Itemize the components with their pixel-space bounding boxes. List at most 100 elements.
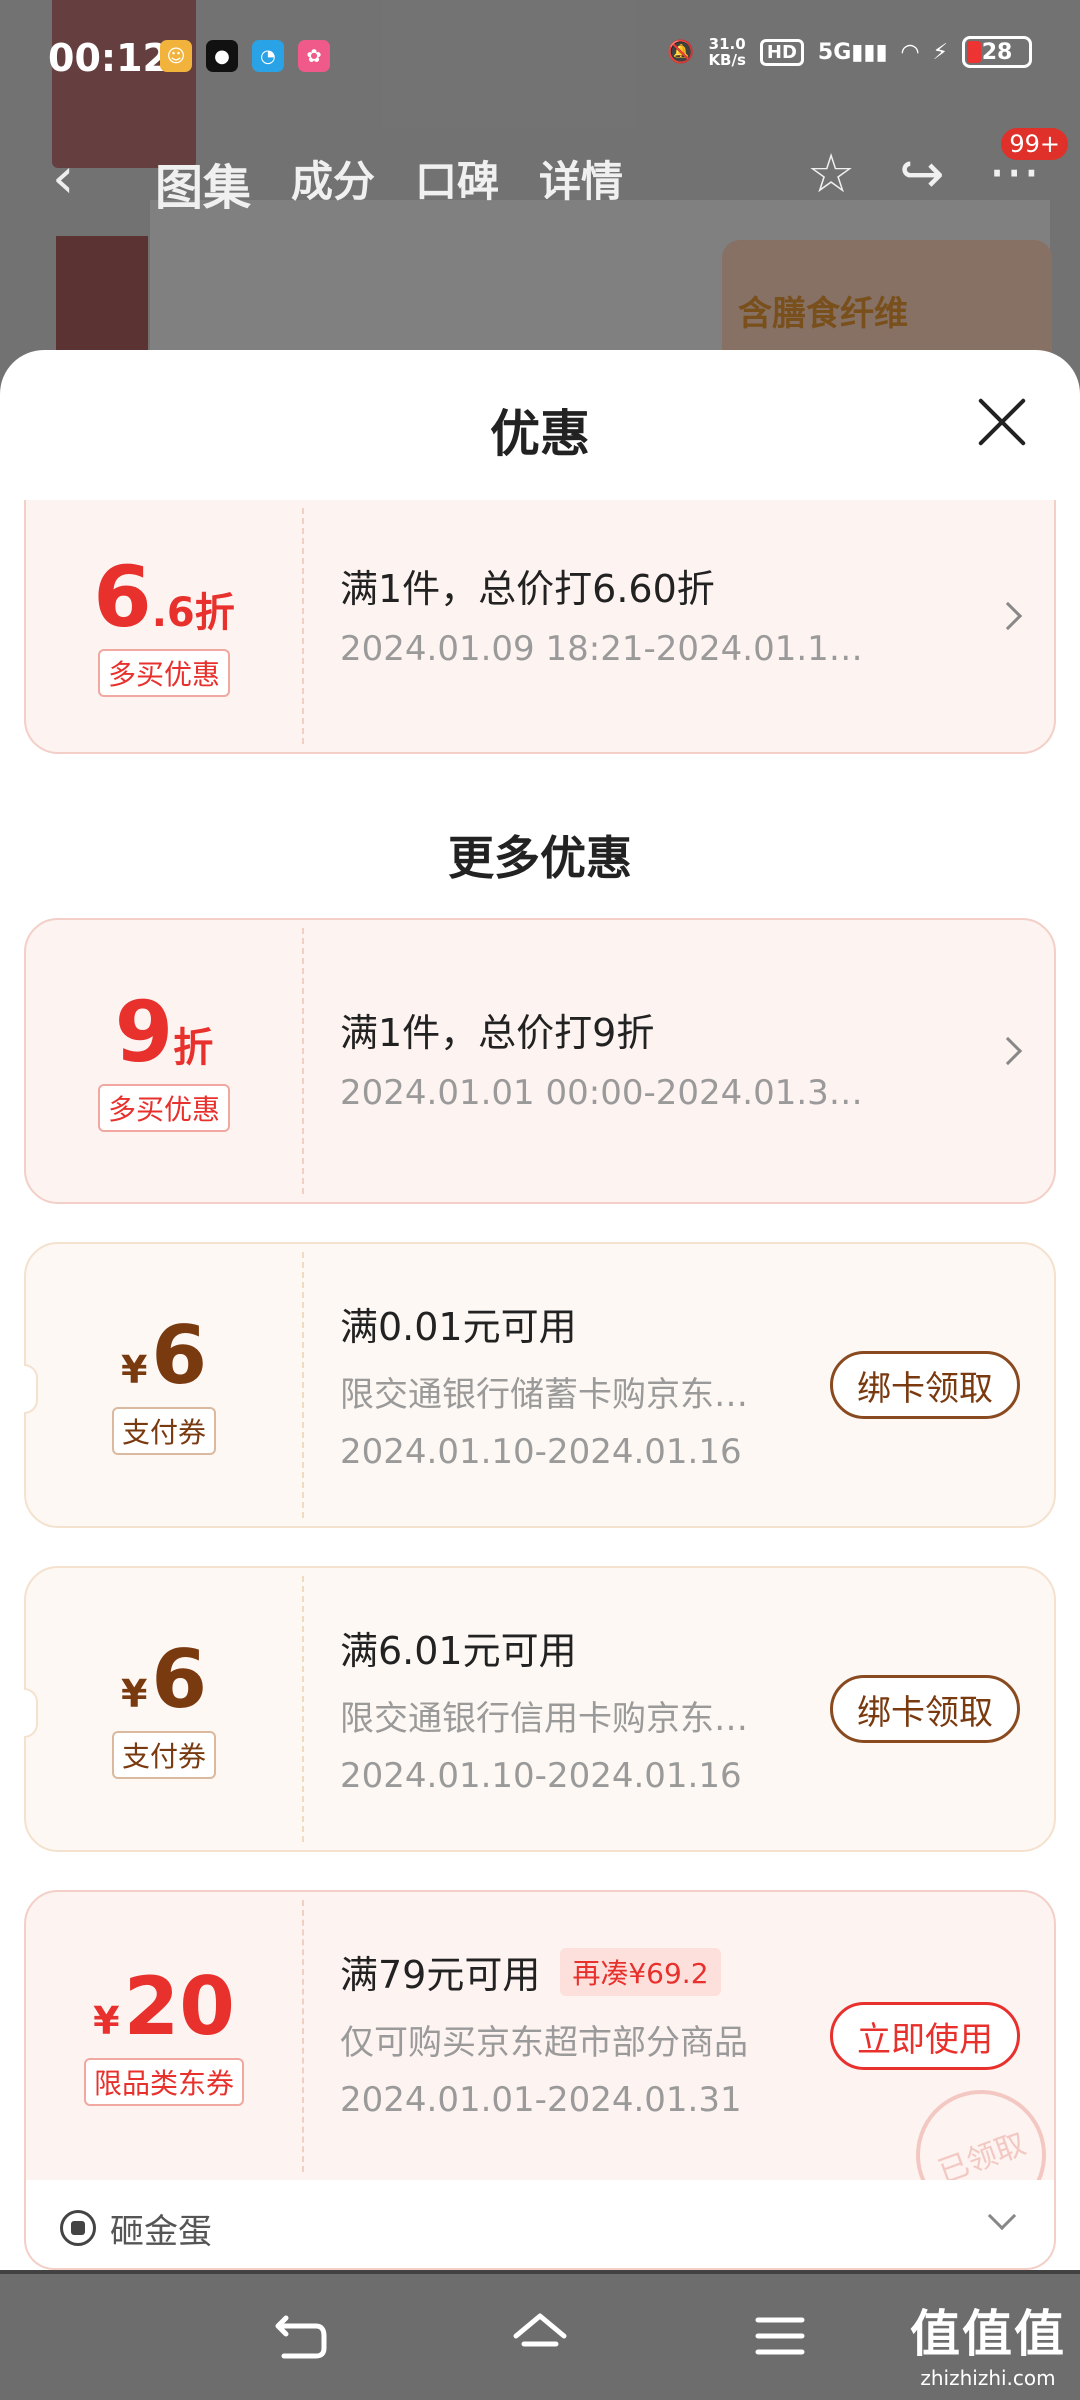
card-divider [302, 1576, 304, 1842]
egg-row[interactable]: 砸金蛋 [24, 2180, 1056, 2270]
bind-card-button[interactable]: 绑卡领取 [830, 1675, 1020, 1743]
chevron-down-icon[interactable] [987, 2201, 1017, 2231]
coupon-amount: ¥ 6 [121, 1639, 207, 1721]
mute-icon: 🔕 [667, 39, 695, 65]
discount-unit: 折 [173, 1025, 214, 1071]
coupon-period: 2024.01.01-2024.01.31 [340, 2080, 742, 2120]
coupon-value-box: ¥ 6 支付券 [26, 1244, 302, 1526]
network-speed-unit: KB/s [708, 51, 746, 69]
coupon-card[interactable]: ¥ 6 支付券 满0.01元可用 限交通银行储蓄卡购京东… 2024.01.10… [24, 1242, 1056, 1528]
egg-label: 砸金蛋 [110, 2212, 212, 2252]
discount-int: 6 [93, 548, 152, 646]
tab-reviews[interactable]: 口碑 [415, 148, 499, 218]
status-right: 🔕 31.0 KB/s HD 5G▮▮▮ ◠ ⚡ 28 [667, 36, 1032, 68]
coupon-amount: ¥ 20 [93, 1966, 235, 2048]
coupon-desc: 限交通银行储蓄卡购京东… [340, 1375, 748, 1415]
tab-ingredients[interactable]: 成分 [291, 148, 375, 218]
back-arrow-icon[interactable]: ‹ [52, 146, 74, 211]
amount-value: 6 [151, 1633, 208, 1726]
currency-symbol: ¥ [93, 1999, 120, 2043]
offer-value-box: 6 .6 折 多买优惠 [26, 500, 302, 752]
coupon-period: 2024.01.10-2024.01.16 [340, 1756, 742, 1796]
coupon-amount: ¥ 6 [121, 1315, 207, 1397]
network-speed-value: 31.0 [708, 35, 746, 53]
coupon-value-box: ¥ 6 支付券 [26, 1568, 302, 1850]
coupon-title: 满79元可用 [340, 1953, 541, 1997]
offer-tag: 多买优惠 [97, 1084, 230, 1132]
offer-period: 2024.01.01 00:00-2024.01.3… [340, 1073, 863, 1113]
coupon-tag: 支付券 [111, 1407, 216, 1455]
status-time: 00:12 [48, 36, 169, 80]
coupon-info: 满79元可用 再凑¥69.2 仅可购买京东超市部分商品 2024.01.01-2… [340, 1944, 748, 2120]
egg-icon [60, 2210, 96, 2246]
currency-symbol: ¥ [120, 1672, 148, 1716]
discount-value: 6 .6 折 [93, 555, 234, 639]
status-bar: 00:12 ☺ ● ◔ ✿ 🔕 31.0 KB/s HD 5G▮▮▮ ◠ ⚡ 2… [0, 0, 1080, 118]
offers-sheet: 优惠 6 .6 折 多买优惠 满1件，总价打6.60折 2024.01.09 1… [0, 350, 1080, 2270]
tab-details[interactable]: 详情 [539, 148, 623, 218]
chevron-right-icon[interactable] [993, 601, 1023, 631]
watermark: 值值值 zhizhizhi.com [910, 2294, 1066, 2390]
system-nav-bar: 值值值 zhizhizhi.com [0, 2274, 1080, 2400]
offer-value-box: 9 折 多买优惠 [26, 920, 302, 1202]
battery-level: 28 [981, 39, 1013, 65]
discount-unit: 折 [194, 590, 235, 636]
offer-title: 满1件，总价打9折 [340, 1011, 655, 1055]
home-icon[interactable] [510, 2308, 570, 2364]
discount-value: 9 折 [115, 990, 213, 1074]
hd-icon: HD [759, 38, 804, 66]
signal-icon: 5G▮▮▮ [817, 39, 888, 65]
menu-icon[interactable] [750, 2308, 810, 2364]
offer-card[interactable]: 9 折 多买优惠 满1件，总价打9折 2024.01.01 00:00-2024… [24, 918, 1056, 1204]
network-speed: 31.0 KB/s [708, 36, 745, 68]
coupon-card[interactable]: ¥ 20 限品类东券 满79元可用 再凑¥69.2 仅可购买京东超市部分商品 2… [24, 1890, 1065, 2239]
charging-icon: ⚡ [932, 39, 948, 65]
offer-info: 满1件，总价打6.60折 2024.01.09 18:21-2024.01.1… [340, 558, 863, 669]
offer-period: 2024.01.09 18:21-2024.01.1… [340, 629, 863, 669]
chevron-right-icon[interactable] [993, 1036, 1023, 1066]
star-icon[interactable]: ☆ [807, 142, 855, 205]
discount-int: 9 [114, 983, 174, 1081]
offer-card[interactable]: 6 .6 折 多买优惠 满1件，总价打6.60折 2024.01.09 18:2… [24, 500, 1056, 754]
share-icon[interactable]: ↪ [899, 142, 944, 205]
coupon-desc: 仅可购买京东超市部分商品 [340, 2023, 748, 2063]
coupon-card[interactable]: ¥ 6 支付券 满6.01元可用 限交通银行信用卡购京东… 2024.01.10… [24, 1566, 1056, 1852]
coupon-period: 2024.01.10-2024.01.16 [340, 1432, 742, 1472]
coupon-value-box: ¥ 20 限品类东券 [26, 1892, 302, 2180]
close-icon[interactable] [974, 394, 1030, 450]
coupon-desc: 限交通银行信用卡购京东… [340, 1699, 748, 1739]
signal-label: 5G [817, 39, 852, 65]
watermark-domain: zhizhizhi.com [920, 2366, 1056, 2390]
card-divider [302, 928, 304, 1194]
use-now-button[interactable]: 立即使用 [830, 2002, 1020, 2070]
coupon-title-row: 满79元可用 再凑¥69.2 [340, 1944, 748, 1999]
card-divider [302, 508, 304, 744]
coupon-info: 满6.01元可用 限交通银行信用卡购京东… 2024.01.10-2024.01… [340, 1620, 748, 1796]
offer-info: 满1件，总价打9折 2024.01.01 00:00-2024.01.3… [340, 1002, 863, 1113]
top-nav: ‹ 图集 成分 口碑 详情 ☆ ↪ ··· [0, 132, 1080, 222]
tab-gallery[interactable]: 图集 [155, 148, 251, 218]
offer-tag: 多买优惠 [97, 649, 230, 697]
card-divider [302, 1900, 304, 2172]
sheet-header: 优惠 [0, 350, 1080, 500]
more-offers-title: 更多优惠 [448, 831, 632, 885]
coupon-title: 满6.01元可用 [340, 1629, 577, 1673]
bind-card-button[interactable]: 绑卡领取 [830, 1351, 1020, 1419]
message-badge: 99+ [1001, 128, 1068, 160]
wifi-icon: ◠ [901, 39, 919, 65]
app-notification-icon: ☺ [160, 40, 192, 72]
offers-list[interactable]: 6 .6 折 多买优惠 满1件，总价打6.60折 2024.01.09 18:2… [0, 500, 1080, 2270]
qq-icon: ● [206, 40, 238, 72]
app-icon: ✿ [298, 40, 330, 72]
amount-value: 20 [123, 1960, 235, 2053]
coupon-title: 满0.01元可用 [340, 1305, 577, 1349]
offer-title: 满1件，总价打6.60折 [340, 567, 715, 611]
discount-dec: .6 [151, 590, 195, 636]
product-tabs: 图集 成分 口碑 详情 [155, 148, 623, 218]
coupon-tag: 限品类东券 [83, 2058, 244, 2106]
card-divider [302, 1252, 304, 1518]
battery-icon: 28 [962, 36, 1032, 68]
currency-symbol: ¥ [120, 1348, 148, 1392]
back-icon[interactable] [272, 2308, 332, 2364]
browser-icon: ◔ [252, 40, 284, 72]
